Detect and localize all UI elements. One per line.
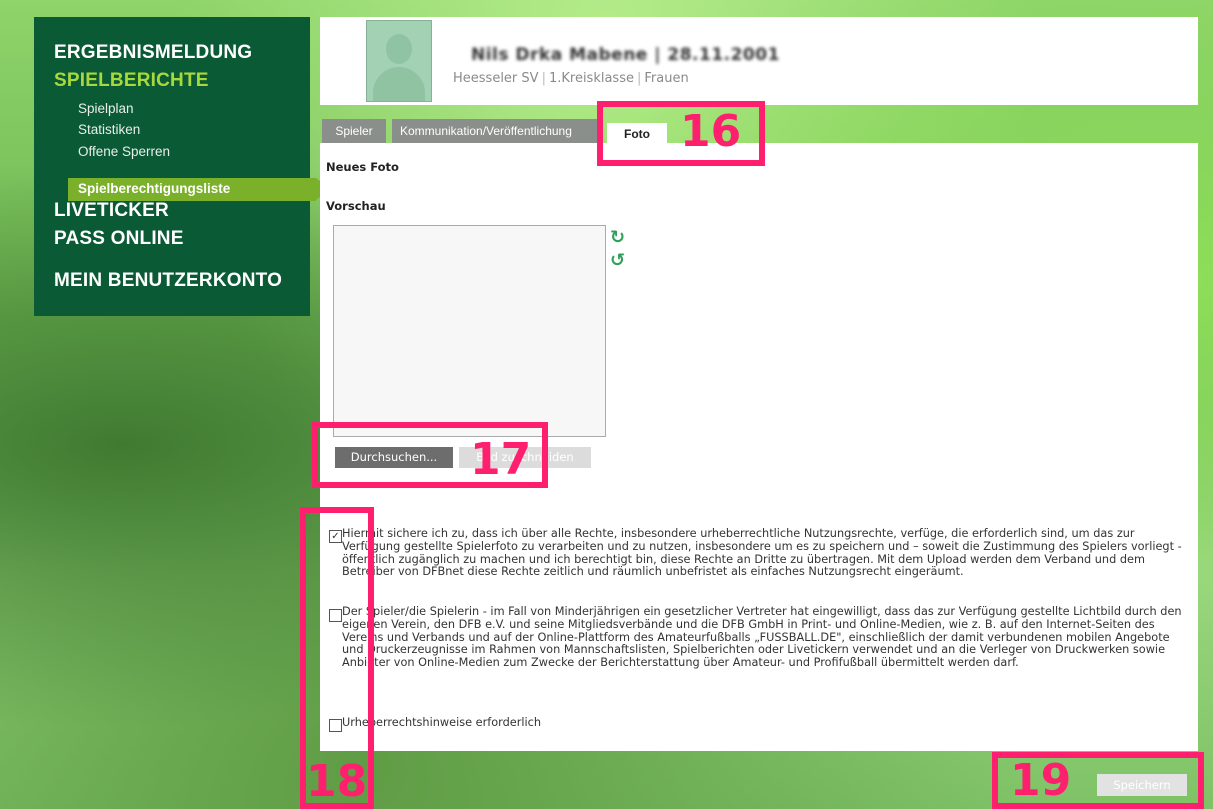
- copyright-notice-text: Urheberrechtshinweise erforderlich: [342, 716, 541, 729]
- nav-liveticker[interactable]: LIVETICKER: [54, 200, 169, 222]
- player-name: Nils Drka Mabene | 28.11.2001: [471, 45, 780, 65]
- rotate-cw-icon[interactable]: ↻: [610, 229, 625, 247]
- annotation-number-19: 19: [1010, 755, 1072, 806]
- avatar-body-shape: [373, 67, 425, 101]
- nav-pass-online[interactable]: PASS ONLINE: [54, 228, 184, 250]
- annotation-number-17: 17: [470, 434, 532, 485]
- annotation-number-16: 16: [680, 106, 742, 157]
- nav-sub-spielberechtigungsliste[interactable]: Spielberechtigungsliste: [68, 178, 330, 201]
- nav-sub-spielberechtigungsliste-label: Spielberechtigungsliste: [78, 181, 231, 196]
- tab-kommunikation[interactable]: Kommunikation/Veröffentlichung: [392, 119, 602, 143]
- nav-sub-spielplan[interactable]: Spielplan: [78, 101, 134, 116]
- league-name: 1.Kreisklasse: [548, 71, 634, 86]
- club-name: Heesseler SV: [453, 71, 539, 86]
- nav-mein-benutzerkonto[interactable]: MEIN BENUTZERKONTO: [54, 270, 282, 292]
- preview-label: Vorschau: [326, 199, 386, 213]
- consent-rights-text: Hiermit sichere ich zu, dass ich über al…: [342, 527, 1182, 579]
- photo-preview-area: [333, 225, 606, 437]
- nav-ergebnismeldung[interactable]: ERGEBNISMELDUNG: [54, 42, 252, 64]
- annotation-number-18: 18: [306, 756, 368, 807]
- main-navigation: ERGEBNISMELDUNG SPIELBERICHTE Spielplan …: [34, 17, 330, 316]
- consent-publication-text: Der Spieler/die Spielerin - im Fall von …: [342, 605, 1182, 670]
- tab-spieler[interactable]: Spieler: [322, 119, 386, 143]
- nav-sub-statistiken[interactable]: Statistiken: [78, 122, 140, 137]
- nav-sub-offene-sperren[interactable]: Offene Sperren: [78, 144, 170, 159]
- new-photo-label: Neues Foto: [326, 160, 399, 174]
- avatar: [366, 20, 432, 102]
- team-name: Frauen: [644, 71, 689, 86]
- rotate-ccw-icon[interactable]: ↺: [610, 252, 625, 270]
- avatar-head-shape: [386, 34, 412, 64]
- player-meta: Heesseler SV | 1.Kreisklasse | Frauen: [453, 71, 689, 86]
- player-header: Nils Drka Mabene | 28.11.2001 Heesseler …: [320, 17, 1198, 105]
- nav-spielberichte[interactable]: SPIELBERICHTE: [54, 70, 209, 92]
